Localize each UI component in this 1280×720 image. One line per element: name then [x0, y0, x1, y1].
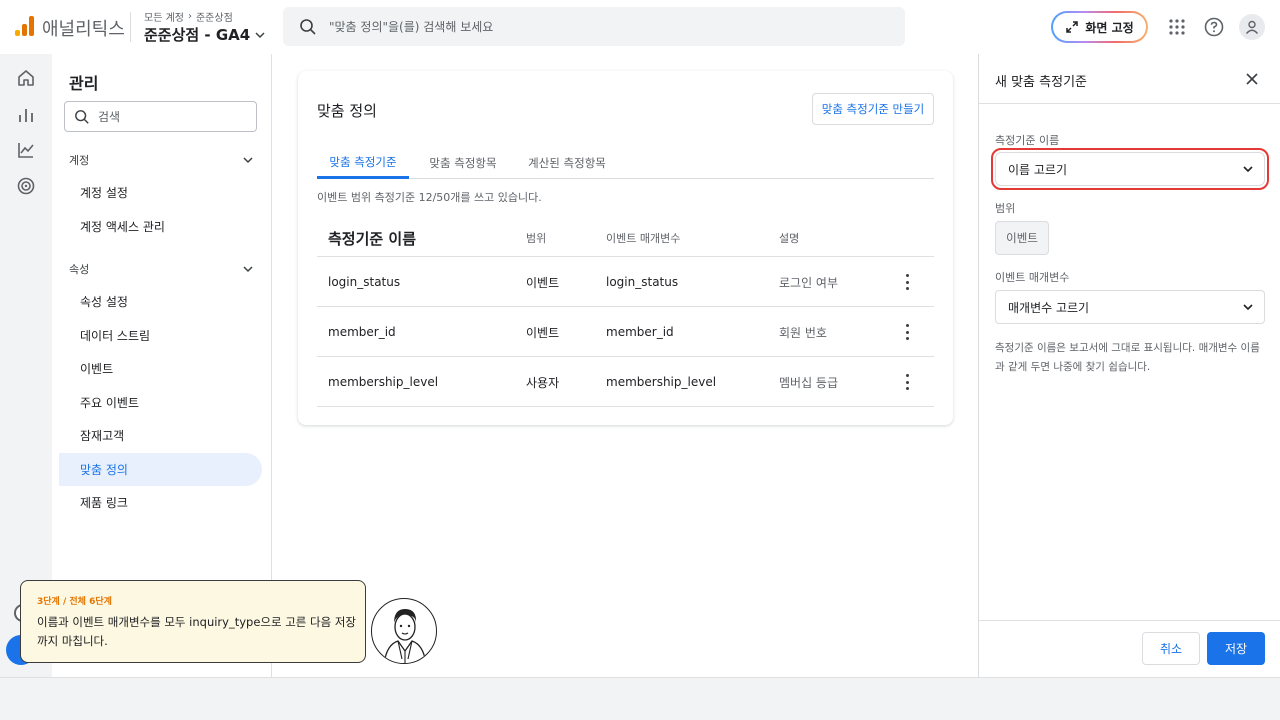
apps-grid-icon[interactable]: [1165, 15, 1189, 39]
panel-footer: 취소 저장: [979, 620, 1280, 677]
expand-arrows-icon: [1066, 21, 1079, 33]
cancel-button[interactable]: 취소: [1142, 632, 1200, 665]
reports-bar-chart-icon[interactable]: [15, 104, 37, 126]
bottom-strip: [0, 677, 1280, 720]
chevron-up-icon: [243, 266, 253, 273]
help-icon[interactable]: [1202, 15, 1226, 39]
new-custom-dimension-panel: 새 맞춤 측정기준 측정기준 이름 이름 고르기 범위 이벤트 이벤트 매개변수…: [978, 54, 1280, 677]
fix-screen-button[interactable]: 화면 고정: [1051, 11, 1148, 43]
breadcrumb: 모든 계정 › 준준상점: [144, 9, 233, 24]
table-header: 측정기준 이름 범위 이벤트 매개변수 설명: [317, 219, 934, 257]
more-vert-icon[interactable]: [901, 374, 913, 390]
sidebar-item-data-streams[interactable]: 데이터 스트림: [59, 319, 262, 352]
chevron-down-icon: [1243, 304, 1253, 311]
sidebar-item-product-links[interactable]: 제품 링크: [59, 486, 262, 519]
more-vert-icon[interactable]: [901, 324, 913, 340]
chevron-down-icon: [1243, 166, 1253, 173]
search-icon: [300, 18, 316, 35]
row-scope: 사용자: [526, 375, 560, 390]
tab-custom-metrics[interactable]: 맞춤 측정항목: [417, 147, 509, 179]
row-scope: 이벤트: [526, 325, 560, 340]
guide-character-avatar: [371, 598, 437, 664]
property-section-header[interactable]: 속성: [69, 261, 254, 277]
column-header-description: 설명: [779, 232, 800, 245]
breadcrumb-all-accounts[interactable]: 모든 계정: [144, 9, 184, 24]
sidebar-item-audiences[interactable]: 잠재고객: [59, 419, 262, 452]
sidebar-title: 관리: [69, 74, 99, 93]
close-icon[interactable]: [1243, 70, 1261, 88]
global-search-bar[interactable]: "맞춤 정의"을(를) 검색해 보세요: [283, 7, 905, 46]
sidebar-item-property-settings[interactable]: 속성 설정: [59, 285, 262, 318]
table-row[interactable]: login_status 이벤트 login_status 로그인 여부: [317, 257, 934, 307]
more-vert-icon[interactable]: [901, 274, 913, 290]
breadcrumb-account[interactable]: 준준상점: [196, 9, 233, 24]
guide-step-indicator: 3단계 / 전체 6단계: [37, 597, 112, 607]
save-button[interactable]: 저장: [1207, 632, 1265, 665]
property-section-label: 속성: [69, 263, 90, 276]
person-icon: [1245, 20, 1259, 34]
sidebar-search-placeholder: 검색: [98, 110, 121, 124]
tutorial-guide-bubble: 3단계 / 전체 6단계 이름과 이벤트 매개변수를 모두 inquiry_ty…: [20, 580, 366, 663]
row-param: login_status: [606, 275, 679, 289]
row-description: 로그인 여부: [779, 275, 839, 290]
search-placeholder: "맞춤 정의"을(를) 검색해 보세요: [329, 20, 494, 34]
sidebar-item-events[interactable]: 이벤트: [59, 352, 262, 385]
helper-text: 측정기준 이름은 보고서에 그대로 표시됩니다. 매개변수 이름과 같게 두면 …: [995, 342, 1260, 373]
dimension-name-select[interactable]: 이름 고르기: [991, 148, 1269, 190]
row-name: login_status: [328, 275, 401, 289]
fix-screen-label: 화면 고정: [1085, 20, 1134, 35]
column-header-name: 측정기준 이름: [328, 229, 417, 248]
tab-custom-dimensions[interactable]: 맞춤 측정기준: [317, 147, 409, 179]
property-name: 준준상점 - GA4: [144, 26, 251, 44]
scope-label: 범위: [995, 202, 1016, 215]
scope-value-chip: 이벤트: [995, 221, 1049, 255]
column-header-param: 이벤트 매개변수: [606, 232, 681, 245]
account-avatar[interactable]: [1239, 14, 1265, 40]
chevron-right-icon: ›: [187, 11, 192, 22]
app-name[interactable]: 애널리틱스: [42, 15, 125, 41]
sidebar-item-account-settings[interactable]: 계정 설정: [59, 176, 262, 209]
row-description: 회원 번호: [779, 325, 827, 340]
row-name: membership_level: [328, 375, 439, 389]
row-description: 멤버십 등급: [779, 375, 839, 390]
property-selector[interactable]: 준준상점 - GA4: [144, 24, 266, 45]
guide-instruction-text: 이름과 이벤트 매개변수를 모두 inquiry_type으로 고른 다음 저장…: [37, 615, 357, 648]
table-row[interactable]: member_id 이벤트 member_id 회원 번호: [317, 307, 934, 357]
top-app-bar: 애널리틱스 모든 계정 › 준준상점 준준상점 - GA4 "맞춤 정의"을(를…: [0, 0, 1280, 54]
home-icon[interactable]: [15, 67, 37, 89]
dimension-name-value: 이름 고르기: [1008, 162, 1068, 177]
divider: [130, 12, 131, 42]
page-title: 맞춤 정의: [317, 102, 377, 120]
sidebar-item-account-access[interactable]: 계정 액세스 관리: [59, 210, 262, 243]
definition-tabs: 맞춤 측정기준 맞춤 측정항목 계산된 측정항목: [317, 147, 934, 179]
quota-usage-text: 이벤트 범위 측정기준 12/50개를 쓰고 있습니다.: [317, 191, 542, 204]
sidebar-search-input[interactable]: 검색: [64, 101, 257, 132]
row-param: membership_level: [606, 375, 717, 389]
row-scope: 이벤트: [526, 275, 560, 290]
tab-calculated-metrics[interactable]: 계산된 측정항목: [513, 147, 621, 179]
custom-definitions-card: 맞춤 정의 맞춤 측정기준 만들기 맞춤 측정기준 맞춤 측정항목 계산된 측정…: [298, 71, 953, 425]
panel-title: 새 맞춤 측정기준: [995, 75, 1087, 90]
event-parameter-value: 매개변수 고르기: [1008, 300, 1090, 315]
analytics-logo-icon[interactable]: [15, 16, 35, 36]
event-parameter-label: 이벤트 매개변수: [995, 271, 1070, 284]
dimension-name-label: 측정기준 이름: [995, 134, 1060, 147]
create-custom-dimension-button[interactable]: 맞춤 측정기준 만들기: [812, 93, 934, 125]
chevron-up-icon: [243, 157, 253, 164]
advertising-target-icon[interactable]: [15, 175, 37, 197]
account-section-label: 계정: [69, 154, 90, 167]
search-icon: [75, 109, 89, 124]
row-param: member_id: [606, 325, 674, 339]
main-content: 맞춤 정의 맞춤 측정기준 만들기 맞춤 측정기준 맞춤 측정항목 계산된 측정…: [272, 54, 978, 677]
account-section-header[interactable]: 계정: [69, 152, 254, 168]
event-parameter-select[interactable]: 매개변수 고르기: [995, 290, 1265, 324]
column-header-scope: 범위: [526, 232, 547, 245]
sidebar-item-key-events[interactable]: 주요 이벤트: [59, 386, 262, 419]
panel-header: 새 맞춤 측정기준: [979, 54, 1280, 104]
sidebar-item-custom-definitions[interactable]: 맞춤 정의: [59, 453, 262, 486]
chevron-down-icon: [255, 31, 265, 38]
explore-line-chart-icon[interactable]: [15, 139, 37, 161]
table-row[interactable]: membership_level 사용자 membership_level 멤버…: [317, 357, 934, 407]
row-name: member_id: [328, 325, 396, 339]
